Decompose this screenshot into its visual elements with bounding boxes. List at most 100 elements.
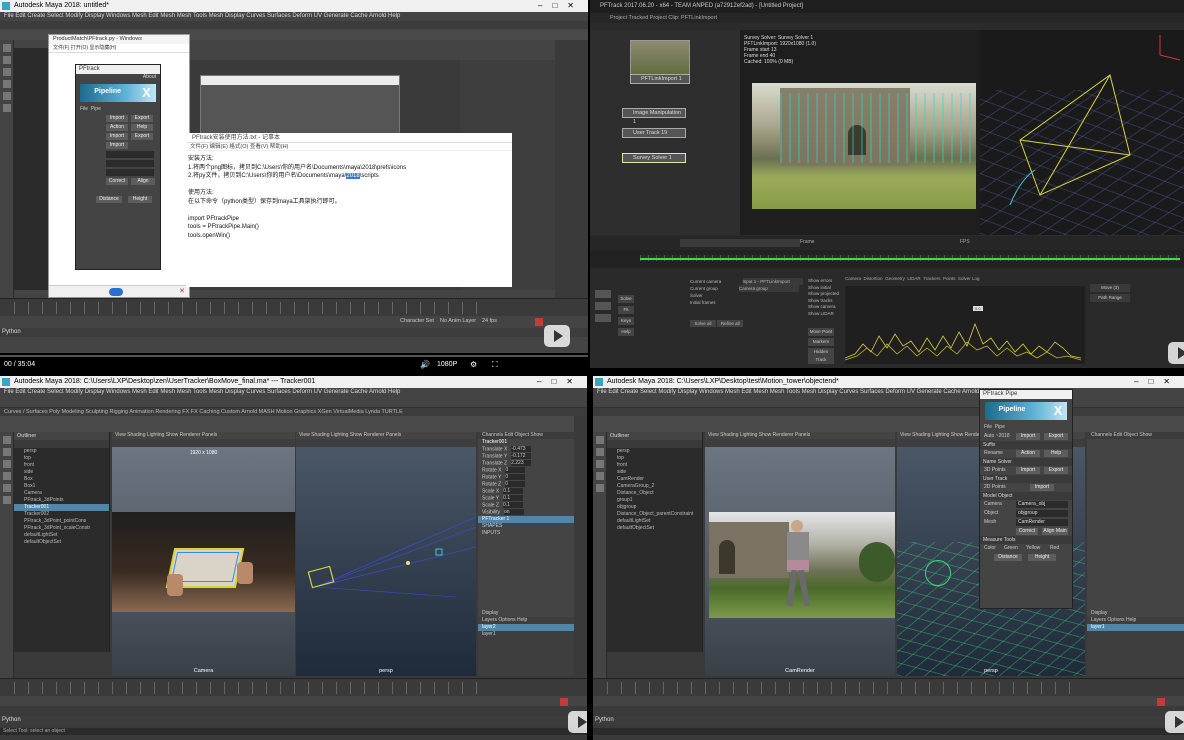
range-slider[interactable]: Character Set No Anim Layer 24 fps xyxy=(0,316,588,326)
select-tool-icon[interactable] xyxy=(3,436,11,444)
markers-button[interactable]: Markers xyxy=(808,338,834,346)
layer-row[interactable]: layer1 xyxy=(1087,624,1184,631)
outliner-item[interactable]: persp xyxy=(607,448,702,455)
help-button[interactable]: Help xyxy=(131,124,153,131)
range-slider[interactable] xyxy=(0,696,587,706)
import-button[interactable]: Import xyxy=(1016,433,1040,440)
fullscreen-icon[interactable]: ⛶ xyxy=(492,360,498,370)
channel-row[interactable]: Scale Z 0.1 xyxy=(478,502,574,509)
play-overlay-icon[interactable] xyxy=(1168,342,1184,364)
layout-icon[interactable] xyxy=(3,496,11,504)
green-radio[interactable]: Green xyxy=(1004,544,1018,553)
node-graph[interactable]: PFTLinkImport 1 Image Manipulation 1 Use… xyxy=(590,30,740,235)
channel-row[interactable]: Translate Y -0.172 xyxy=(478,453,574,460)
side-tool-icon[interactable] xyxy=(595,290,611,298)
notepad-menu[interactable]: 文件(F) 编辑(E) 格式(O) 查看(V) 帮助(H) xyxy=(186,143,512,151)
rotate-tool-icon[interactable] xyxy=(3,92,11,100)
channel-row[interactable]: Visibility on xyxy=(478,509,574,516)
quality-select[interactable]: 1080P xyxy=(437,361,457,368)
object-field[interactable] xyxy=(106,160,154,167)
move-button[interactable]: Move (3) xyxy=(1090,284,1130,292)
side-tool-icon[interactable] xyxy=(595,314,611,322)
outliner-item[interactable]: persp xyxy=(14,448,109,455)
align-main-button[interactable]: Align Main xyxy=(1042,528,1068,535)
command-line[interactable]: Python xyxy=(0,716,587,725)
window-controls[interactable]: –□✕ xyxy=(538,0,584,12)
play-overlay-icon[interactable] xyxy=(544,325,570,347)
import-button[interactable]: Import xyxy=(106,115,128,122)
outliner-item[interactable]: PFtrack_3dPoints xyxy=(14,497,109,504)
tool-box[interactable] xyxy=(0,432,14,680)
show-lidar-checkbox[interactable]: Show LIDAR xyxy=(808,311,839,318)
rotate-tool-icon[interactable] xyxy=(3,472,11,480)
action-button[interactable]: Action xyxy=(106,124,128,131)
outliner-item[interactable]: PFtrack_3dPoint_pointCons xyxy=(14,518,109,525)
outliner-item[interactable]: defaultLightSet xyxy=(607,518,702,525)
move-tool-icon[interactable] xyxy=(596,460,604,468)
play-overlay-icon[interactable] xyxy=(568,711,587,733)
action-button[interactable]: Action xyxy=(1016,450,1040,457)
display-tab[interactable]: Display xyxy=(1087,610,1184,617)
refine-all-button[interactable]: Refine all xyxy=(717,320,744,327)
viewport-menu[interactable]: View Shading Lighting Show Renderer Pane… xyxy=(112,432,295,439)
viewport-toolbar[interactable] xyxy=(112,439,295,447)
timeline-bar[interactable] xyxy=(590,250,1184,268)
outliner-item[interactable]: defaultLightSet xyxy=(14,532,109,539)
move-point-button[interactable]: Move Point xyxy=(808,328,834,336)
explorer-toolbar[interactable]: ✕ xyxy=(49,285,189,297)
channel-row[interactable]: Rotate Z0 xyxy=(478,481,574,488)
lasso-tool-icon[interactable] xyxy=(3,448,11,456)
channel-row[interactable]: Rotate X0 xyxy=(478,467,574,474)
scale-tool-icon[interactable] xyxy=(3,104,11,112)
outliner-item[interactable]: CamRender xyxy=(607,476,702,483)
channel-row[interactable]: Translate X -0.473 xyxy=(478,446,574,453)
export-button-2[interactable]: Export xyxy=(131,133,153,140)
node-import[interactable]: PFTLinkImport 1 xyxy=(630,74,690,84)
camera-viewport[interactable]: View Shading Lighting Show Renderer Pane… xyxy=(112,432,295,676)
import-button-3[interactable]: Import xyxy=(106,142,128,149)
outliner-item[interactable]: Box xyxy=(14,476,109,483)
solve-side-button[interactable]: Solve xyxy=(618,295,634,303)
command-line[interactable]: Python xyxy=(0,328,588,337)
fit-side-button[interactable]: Fit xyxy=(618,306,634,314)
outliner-item[interactable]: defaultObjectSet xyxy=(14,539,109,546)
path-range-button[interactable]: Path Range xyxy=(1090,294,1130,302)
video-progress[interactable] xyxy=(0,355,588,357)
tool-box[interactable] xyxy=(593,432,607,680)
viewport-menu[interactable]: View Shading Lighting Show Renderer Pane… xyxy=(296,432,476,439)
outliner-item[interactable]: Box1 xyxy=(14,483,109,490)
node-image-manipulation[interactable]: Image Manipulation 1 xyxy=(622,108,686,125)
fps-select[interactable]: 24 fps xyxy=(482,316,497,326)
outliner-item[interactable]: Distance_Object xyxy=(607,490,702,497)
camera-select[interactable]: Input 1 - PFTLinkImport xyxy=(742,278,803,285)
plugin-about[interactable]: About xyxy=(76,74,160,81)
panel-tabs[interactable]: Camera Distortion Geometry LIDAR Tracker… xyxy=(845,276,1085,284)
outliner-item[interactable]: top xyxy=(607,455,702,462)
time-slider[interactable] xyxy=(0,298,588,316)
explorer-menu[interactable]: 文件(F) 打开(O) 显示隐藏(H) xyxy=(49,44,189,53)
paint-tool-icon[interactable] xyxy=(3,68,11,76)
outliner-item[interactable]: Camera xyxy=(14,490,109,497)
fit-icon[interactable] xyxy=(109,288,123,296)
display-tab[interactable]: Display xyxy=(478,610,574,617)
scale-tool-icon[interactable] xyxy=(596,484,604,492)
error-graph[interactable]: 0.0 xyxy=(844,286,1085,364)
window-controls[interactable]: –□✕ xyxy=(537,376,583,388)
camera-field[interactable] xyxy=(106,151,154,158)
height-button[interactable]: Height xyxy=(128,196,152,203)
yellow-radio[interactable]: Yellow xyxy=(1026,544,1040,553)
distance-button[interactable]: Distance xyxy=(994,554,1022,561)
close-icon[interactable]: ✕ xyxy=(179,287,185,295)
outliner-item[interactable]: CameraGroup_2 xyxy=(607,483,702,490)
select-tool-icon[interactable] xyxy=(596,436,604,444)
shelf-icons[interactable] xyxy=(593,416,1184,432)
time-slider[interactable] xyxy=(0,678,587,696)
main-menu-bar[interactable]: File Edit Create Select Modify Display W… xyxy=(0,388,587,397)
scale-tool-icon[interactable] xyxy=(3,484,11,492)
move-tool-icon[interactable] xyxy=(3,80,11,88)
persp-viewport[interactable]: View Shading Lighting Show Renderer Pane… xyxy=(296,432,476,676)
channel-row[interactable]: Scale X 0.1 xyxy=(478,488,574,495)
select-tool-icon[interactable] xyxy=(3,44,11,52)
red-radio[interactable]: Red xyxy=(1050,544,1059,553)
import-3d-button[interactable]: Import xyxy=(1016,467,1040,474)
